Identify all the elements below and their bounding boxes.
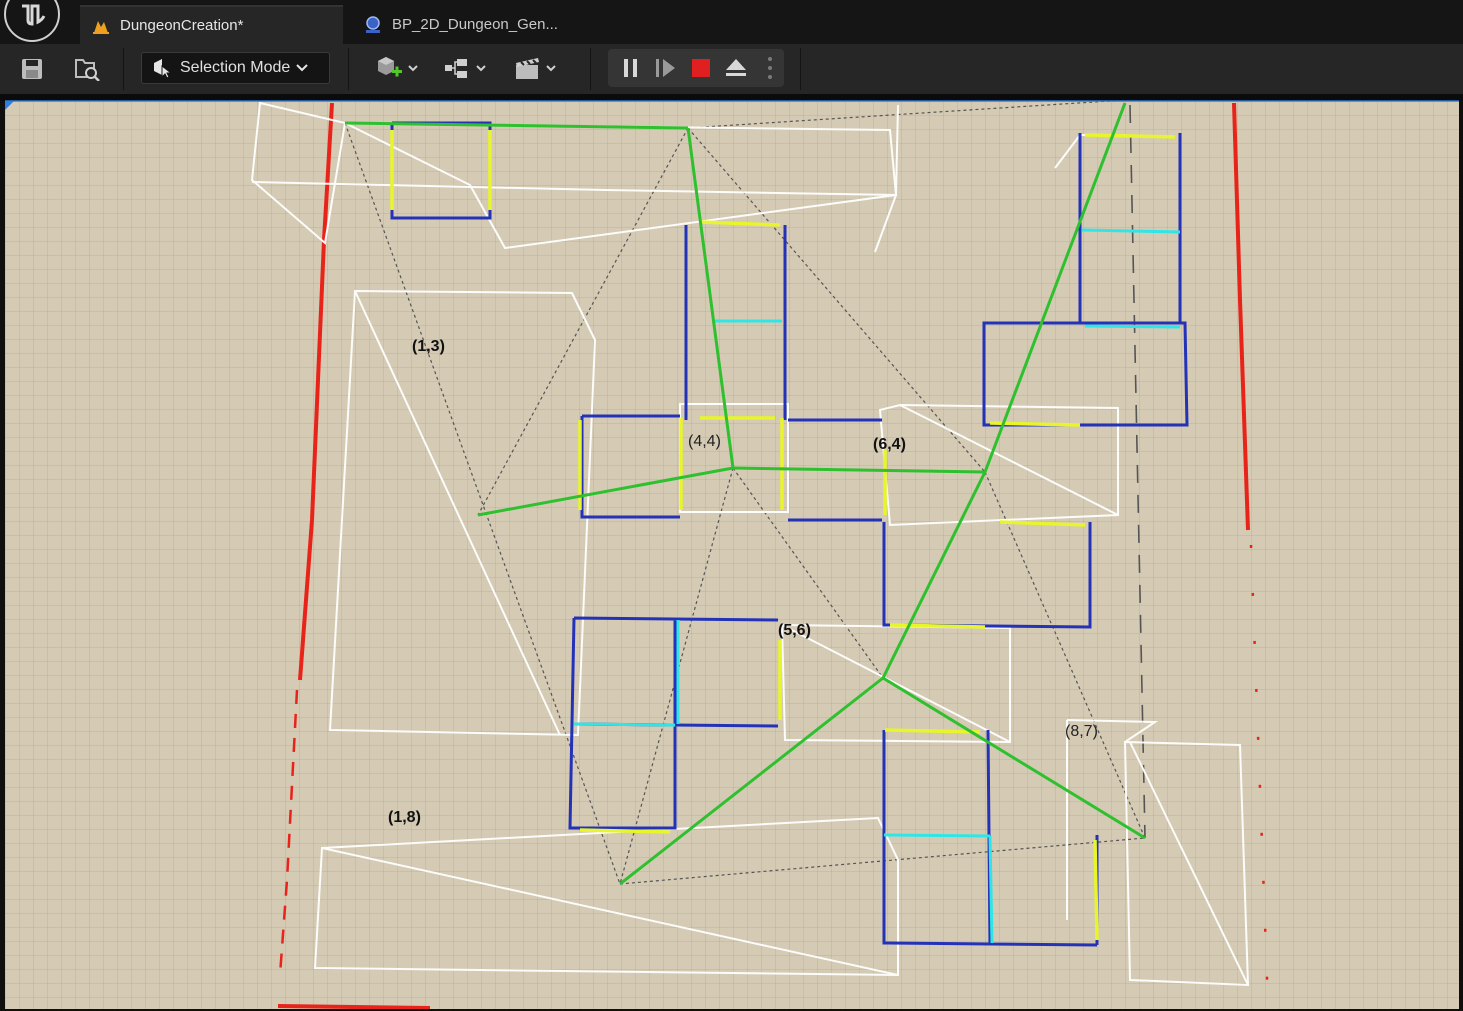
blueprint-menu-icon[interactable] <box>442 54 490 84</box>
eject-icon[interactable] <box>724 57 748 79</box>
tab-bar: DungeonCreation* BP_2D_Dungeon_Gen... <box>0 0 1463 44</box>
dungeon-debug-drawing <box>250 101 1270 1009</box>
room-label-5-6: (5,6) <box>778 622 811 639</box>
room-outlines <box>250 101 1250 987</box>
tab-dungeon-creation[interactable]: DungeonCreation* <box>80 5 343 44</box>
tab-label: BP_2D_Dungeon_Gen... <box>392 16 558 33</box>
more-options-icon[interactable] <box>760 57 780 79</box>
blueprint-icon <box>362 14 384 36</box>
room-label-6-4: (6,4) <box>873 436 906 453</box>
cinematics-icon[interactable] <box>512 54 560 84</box>
room-label-1-3: (1,3) <box>412 338 445 355</box>
unreal-engine-logo-icon[interactable] <box>4 0 60 42</box>
add-actor-icon[interactable] <box>374 54 422 84</box>
tab-bp-2d-dungeon-gen[interactable]: BP_2D_Dungeon_Gen... <box>352 5 612 44</box>
tab-label: DungeonCreation* <box>120 17 244 34</box>
pause-icon[interactable] <box>620 57 642 79</box>
selection-mode-dropdown[interactable]: Selection Mode <box>141 52 330 84</box>
step-frame-icon[interactable] <box>654 57 678 79</box>
viewport-corner-indicator <box>5 101 14 110</box>
chevron-down-icon <box>296 64 309 72</box>
room-label-1-8: (1,8) <box>388 809 421 826</box>
stop-icon[interactable] <box>690 57 712 79</box>
room-label-8-7: (8,7) <box>1065 723 1098 740</box>
save-icon[interactable] <box>18 54 46 84</box>
selection-arrow-icon <box>152 58 172 78</box>
main-toolbar: Selection Mode <box>0 44 1463 94</box>
room-label-4-4: (4,4) <box>688 433 721 450</box>
connections <box>344 102 1146 886</box>
browse-content-icon[interactable] <box>72 54 104 84</box>
boundary-lines <box>277 102 1270 1009</box>
play-controls <box>608 49 784 87</box>
level-map-icon <box>90 15 112 37</box>
level-viewport[interactable]: (1,3) (4,4) (6,4) (5,6) (8,7) (1,8) <box>5 101 1459 1009</box>
selection-mode-label: Selection Mode <box>180 59 291 76</box>
